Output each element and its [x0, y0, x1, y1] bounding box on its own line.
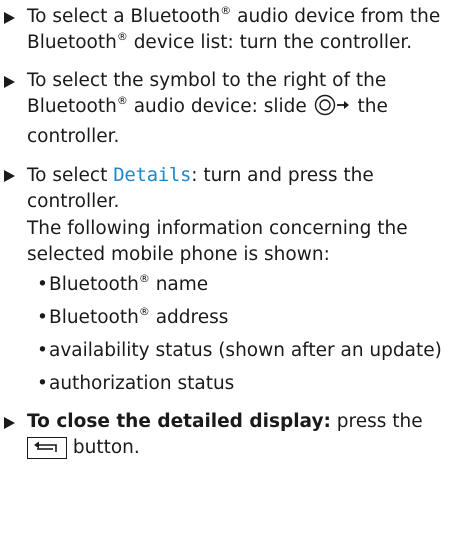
- back-arrow-icon: [34, 441, 57, 452]
- triangle-right-icon: [4, 12, 15, 24]
- step-close-display: To close the detailed display: press the…: [4, 409, 461, 461]
- info-intro: The following information concerning the…: [27, 218, 408, 265]
- step-select-device: To select a Bluetooth® audio device from…: [4, 4, 461, 56]
- list-item-text: name: [149, 274, 209, 295]
- step-bold-lead: To close the detailed display:: [27, 411, 331, 432]
- registered-mark: ®: [138, 304, 150, 318]
- step-select-symbol: To select the symbol to the right of the…: [4, 68, 461, 150]
- list-item: Bluetooth® address: [37, 305, 461, 331]
- instruction-page: To select a Bluetooth® audio device from…: [0, 0, 467, 550]
- step-text: To select Details: turn and press the co…: [27, 162, 461, 215]
- registered-mark: ®: [116, 29, 128, 43]
- triangle-right-icon: [4, 417, 15, 429]
- list-item: authorization status: [37, 371, 461, 397]
- step-text-part: button.: [67, 437, 140, 458]
- step-text: To select the symbol to the right of the…: [27, 68, 461, 150]
- controller-slide-right-icon: [314, 94, 350, 124]
- registered-mark: ®: [138, 271, 150, 285]
- list-item-text: Bluetooth: [49, 274, 139, 295]
- list-item-text: authorization status: [49, 373, 235, 394]
- list-item-text: address: [149, 307, 229, 328]
- display-text-details: Details: [113, 164, 192, 186]
- registered-mark: ®: [116, 93, 128, 107]
- step-text-part: press the: [330, 411, 423, 432]
- registered-mark: ®: [220, 3, 232, 17]
- list-item: availability status (shown after an upda…: [37, 338, 461, 364]
- list-item-text: availability status (shown after an upda…: [49, 340, 442, 361]
- back-button: [27, 437, 67, 459]
- step-text-part: To select: [27, 165, 114, 186]
- triangle-right-icon: [4, 170, 15, 182]
- triangle-right-icon: [4, 76, 15, 88]
- step-text-part: To select a Bluetooth: [27, 6, 221, 27]
- step-text-part: device list: turn the controller.: [127, 32, 413, 53]
- step-text: To select a Bluetooth® audio device from…: [27, 4, 461, 56]
- step-text-part: audio device: slide: [127, 96, 313, 117]
- step-select-details: To select Details: turn and press the co…: [4, 162, 461, 397]
- list-item-text: Bluetooth: [49, 307, 139, 328]
- step-text: To close the detailed display: press the…: [27, 409, 461, 461]
- info-list: Bluetooth® name Bluetooth® address avail…: [27, 272, 461, 397]
- list-item: Bluetooth® name: [37, 272, 461, 298]
